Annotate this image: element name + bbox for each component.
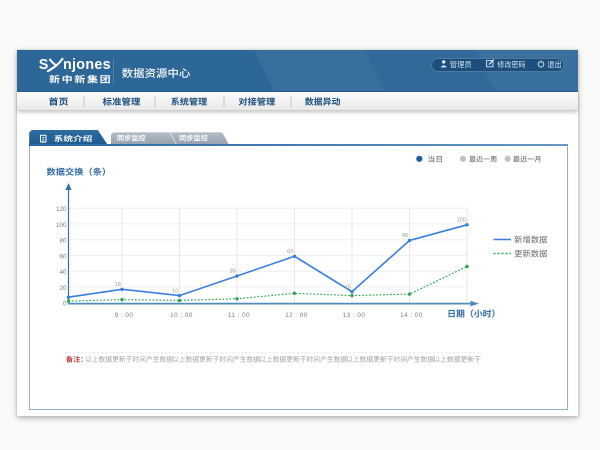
svg-text:11 : 00: 11 : 00 — [228, 312, 250, 319]
svg-text:35: 35 — [230, 269, 236, 275]
svg-text:40: 40 — [59, 269, 67, 276]
svg-text:njones: njones — [63, 57, 111, 73]
svg-text:10 : 00: 10 : 00 — [170, 312, 193, 319]
svg-text:9 : 00: 9 : 00 — [115, 312, 134, 319]
svg-text:18: 18 — [115, 282, 121, 288]
svg-text:100: 100 — [457, 218, 466, 224]
svg-text:120: 120 — [56, 206, 67, 213]
svg-text:14 : 00: 14 : 00 — [400, 312, 423, 319]
svg-text:15: 15 — [345, 284, 351, 290]
svg-text:13 : 00: 13 : 00 — [343, 312, 366, 319]
svg-text:80: 80 — [402, 233, 408, 239]
svg-text:100: 100 — [56, 222, 67, 229]
svg-text:20: 20 — [59, 285, 67, 292]
svg-text:60: 60 — [59, 253, 67, 260]
svg-text:80: 80 — [59, 238, 67, 245]
svg-text:60: 60 — [287, 249, 293, 255]
svg-text:12 : 00: 12 : 00 — [285, 312, 308, 319]
svg-text:10: 10 — [172, 288, 178, 294]
svg-text:0: 0 — [63, 301, 67, 308]
